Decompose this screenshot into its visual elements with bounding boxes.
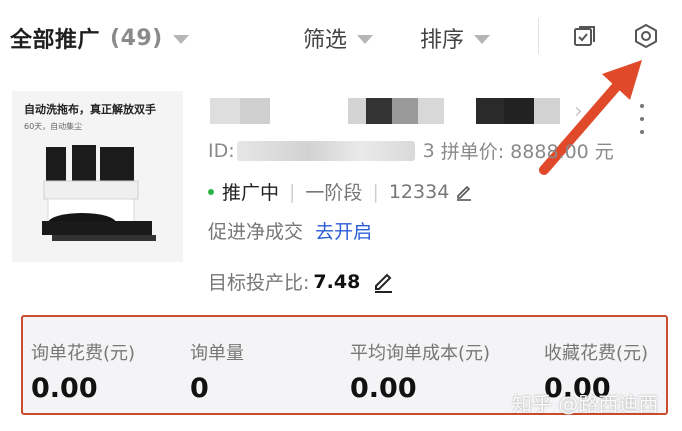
page-title: 全部推广 [10,28,101,53]
promo-row: 促进净成交 去开启 [208,217,372,244]
chevron-down-icon [474,34,491,44]
more-options-icon[interactable] [638,104,646,134]
enable-link[interactable]: 去开启 [315,221,372,243]
chevron-down-icon [172,34,189,44]
filter-label: 筛选 [303,28,348,53]
group-price: 拼单价: 8888.00 元 [440,141,614,163]
id-masked [236,140,415,161]
batch-select-button[interactable] [571,22,599,50]
stat-label: 询单量 [190,343,244,364]
stat-value: 0 [190,373,209,404]
settings-hex-icon [635,24,657,48]
separator: | [289,180,296,203]
pencil-icon[interactable] [455,183,473,201]
product-name-masked[interactable] [210,98,570,124]
status-row: 推广中 | 一阶段 | 12334 [208,178,473,205]
stat-value: 0.00 [350,373,417,404]
id-prefix: ID: [208,139,235,162]
stat-inquiry-cost: 询单花费(元) 0.00 [31,339,135,404]
top-bar: 全部推广 (49) 筛选 排序 [0,0,682,74]
product-image[interactable]: 自动洗拖布，真正解放双手 60天，自动集尘 [12,91,183,262]
stat-avg-inquiry-cost: 平均询单成本(元) 0.00 [350,339,490,404]
header-divider [538,18,539,54]
stat-inquiry-count: 询单量 0 [190,339,244,404]
robot-vacuum-station-image [42,145,156,241]
checklist-icon [574,26,595,46]
stat-label: 收藏花费(元) [544,343,649,364]
budget-edit[interactable]: 12334 [389,181,473,203]
sort-label: 排序 [420,28,465,53]
status-text: 推广中 [222,182,280,204]
sort-button[interactable]: 排序 [420,22,491,54]
id-suffix: 3 [422,139,435,162]
stat-value: 0.00 [31,373,98,404]
target-roi-row: 目标投产比: 7.48 [208,268,394,295]
roi-value: 7.48 [313,270,361,293]
stat-label: 询单花费(元) [31,343,136,364]
separator: | [372,180,379,203]
roi-label: 目标投产比: [208,272,310,294]
budget-value: 12334 [388,180,450,203]
stat-label: 平均询单成本(元) [350,343,491,364]
promotion-count: (49) [110,25,163,51]
watermark: 知乎 @路西迪西 [512,392,659,416]
chevron-right-icon[interactable]: › [574,99,583,124]
promo-label: 促进净成交 [208,221,304,243]
filter-button[interactable]: 筛选 [303,22,374,54]
product-id-row: ID: 3 拼单价: 8888.00 元 [208,137,614,164]
settings-button[interactable] [632,22,660,50]
stage-text: 一阶段 [305,182,363,204]
pencil-icon[interactable] [372,271,394,293]
all-promotions-dropdown[interactable]: 全部推广 (49) [10,22,189,54]
chevron-down-icon [357,34,374,44]
status-dot-icon [208,188,214,195]
